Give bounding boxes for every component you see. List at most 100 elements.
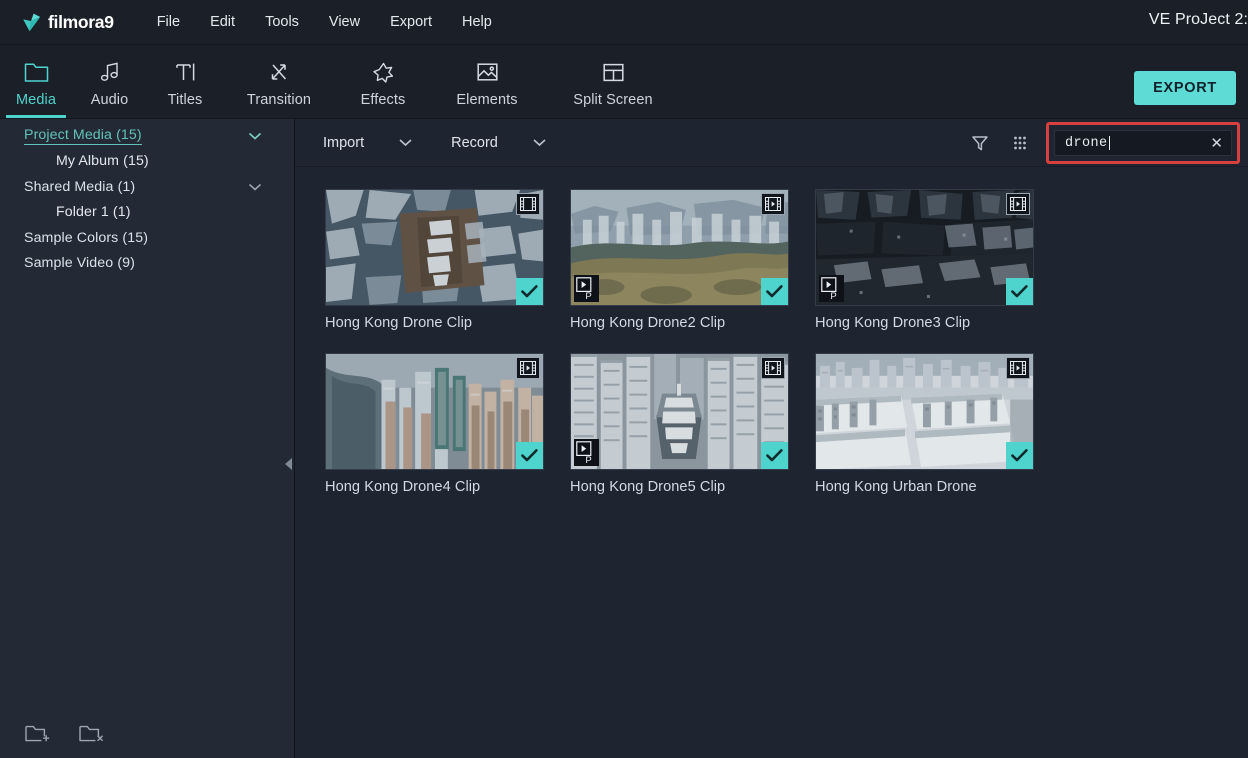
media-thumbnail[interactable]: P — [570, 189, 789, 306]
sidebar-item-label: Project Media (15) — [24, 127, 142, 145]
thumbnail-art-boat-between-blocks — [571, 354, 788, 470]
split-screen-icon — [602, 57, 625, 87]
import-label: Import — [323, 135, 364, 151]
close-x-icon[interactable]: ✕ — [1208, 136, 1225, 151]
import-button[interactable]: Import — [323, 135, 413, 151]
sidebar-item-label: Folder 1 (1) — [56, 204, 131, 220]
play-p-icon[interactable]: P — [819, 275, 844, 302]
media-grid-scroll[interactable]: Hong Kong Drone Clip — [295, 167, 1248, 758]
tab-transition[interactable]: Transition — [223, 44, 335, 118]
body-row: Project Media (15) My Album (15) Shared … — [0, 119, 1248, 758]
film-strip-icon — [1006, 193, 1030, 215]
media-item-label: Hong Kong Urban Drone — [815, 479, 1034, 495]
tab-elements-label: Elements — [456, 92, 517, 118]
chevron-down-icon[interactable] — [398, 138, 413, 147]
media-sidebar: Project Media (15) My Album (15) Shared … — [0, 119, 295, 758]
chevron-down-icon[interactable] — [248, 131, 262, 140]
sparkle-star-icon — [372, 57, 395, 87]
delete-folder-icon[interactable] — [78, 722, 106, 746]
sidebar-item-label: My Album (15) — [56, 153, 149, 169]
sidebar-item-sample-colors[interactable]: Sample Colors (15) — [0, 225, 294, 251]
tab-transition-label: Transition — [247, 92, 311, 118]
media-thumbnail[interactable] — [325, 353, 544, 470]
brand-name: filmora9 — [48, 12, 114, 33]
media-item[interactable]: Hong Kong Drone4 Clip — [325, 353, 544, 495]
new-folder-icon[interactable] — [24, 722, 52, 746]
check-icon[interactable] — [761, 442, 788, 469]
menu-bar: filmora9 File Edit Tools View Export Hel… — [0, 0, 1248, 45]
chevron-down-icon[interactable] — [248, 182, 262, 191]
check-icon[interactable] — [1006, 278, 1033, 305]
film-strip-icon — [761, 357, 785, 379]
thumbnail-art-aerial-city-boat — [326, 190, 543, 306]
media-thumbnail[interactable] — [815, 353, 1034, 470]
svg-text:P: P — [830, 291, 836, 300]
media-item-label: Hong Kong Drone5 Clip — [570, 479, 789, 495]
funnel-filter-icon[interactable] — [960, 123, 1000, 163]
svg-text:P: P — [585, 455, 591, 464]
media-main-panel: Import Record — [295, 119, 1248, 758]
collapse-left-triangle-icon[interactable] — [281, 438, 295, 490]
sidebar-item-sample-video[interactable]: Sample Video (9) — [0, 251, 294, 277]
thumbnail-art-bright-rooftops — [816, 354, 1033, 470]
thumbnail-art-towers-waterfront — [326, 354, 543, 470]
thumbnail-art-hillside-city-fog — [571, 190, 788, 306]
sidebar-footer — [0, 710, 294, 758]
sidebar-item-shared-media[interactable]: Shared Media (1) — [0, 174, 294, 200]
media-thumbnail[interactable]: P — [570, 353, 789, 470]
media-thumbnail[interactable] — [325, 189, 544, 306]
tab-effects-label: Effects — [361, 92, 406, 118]
media-item-label: Hong Kong Drone4 Clip — [325, 479, 544, 495]
tab-audio[interactable]: Audio — [72, 44, 147, 118]
media-library-tree: Project Media (15) My Album (15) Shared … — [0, 119, 294, 276]
film-strip-icon — [761, 193, 785, 215]
media-thumbnail[interactable]: P — [815, 189, 1034, 306]
record-label: Record — [451, 135, 498, 151]
search-input[interactable]: drone ✕ — [1054, 130, 1232, 156]
tab-effects[interactable]: Effects — [335, 44, 431, 118]
folder-icon — [24, 57, 49, 87]
sidebar-item-my-album[interactable]: My Album (15) — [0, 149, 294, 175]
check-icon[interactable] — [516, 442, 543, 469]
check-icon[interactable] — [1006, 442, 1033, 469]
text-caret — [1109, 136, 1110, 150]
media-item-label: Hong Kong Drone2 Clip — [570, 315, 789, 331]
menu-item-export[interactable]: Export — [375, 9, 447, 35]
tab-titles[interactable]: Titles — [147, 44, 223, 118]
media-item-label: Hong Kong Drone Clip — [325, 315, 544, 331]
tool-tabs: Media Audio — [0, 44, 683, 118]
media-item[interactable]: P Hong Kong Drone3 Clip — [815, 189, 1034, 331]
media-item[interactable]: P Hong Kong Drone2 Clip — [570, 189, 789, 331]
check-icon[interactable] — [761, 278, 788, 305]
play-p-icon[interactable]: P — [574, 275, 599, 302]
sidebar-item-folder-1[interactable]: Folder 1 (1) — [0, 200, 294, 226]
export-button[interactable]: EXPORT — [1134, 71, 1236, 105]
chevron-down-icon[interactable] — [532, 138, 547, 147]
search-input-value: drone — [1065, 136, 1208, 151]
media-item[interactable]: Hong Kong Drone Clip — [325, 189, 544, 331]
media-item[interactable]: P Hong Kong Drone5 Clip — [570, 353, 789, 495]
menu-items: File Edit Tools View Export Help — [142, 9, 507, 35]
tab-elements[interactable]: Elements — [431, 44, 543, 118]
grid-dots-icon[interactable] — [1000, 123, 1040, 163]
media-item[interactable]: Hong Kong Urban Drone — [815, 353, 1034, 495]
menu-item-edit[interactable]: Edit — [195, 9, 250, 35]
menu-item-file[interactable]: File — [142, 9, 195, 35]
menu-item-view[interactable]: View — [314, 9, 375, 35]
record-button[interactable]: Record — [451, 135, 547, 151]
tab-media-label: Media — [16, 92, 56, 118]
menu-item-help[interactable]: Help — [447, 9, 507, 35]
filmora-window: filmora9 File Edit Tools View Export Hel… — [0, 0, 1248, 758]
svg-text:P: P — [585, 291, 591, 300]
thumbnail-art-night-aerial — [816, 190, 1033, 306]
media-item-label: Hong Kong Drone3 Clip — [815, 315, 1034, 331]
check-icon[interactable] — [516, 278, 543, 305]
menu-item-tools[interactable]: Tools — [250, 9, 314, 35]
app-brand: filmora9 — [22, 12, 114, 33]
tab-split-screen[interactable]: Split Screen — [543, 44, 683, 118]
sidebar-item-project-media[interactable]: Project Media (15) — [0, 123, 294, 149]
project-title: VE ProJect 2: — [1149, 11, 1248, 29]
search-highlight-frame: drone ✕ — [1046, 122, 1240, 164]
play-p-icon[interactable]: P — [574, 439, 599, 466]
tab-media[interactable]: Media — [0, 44, 72, 118]
